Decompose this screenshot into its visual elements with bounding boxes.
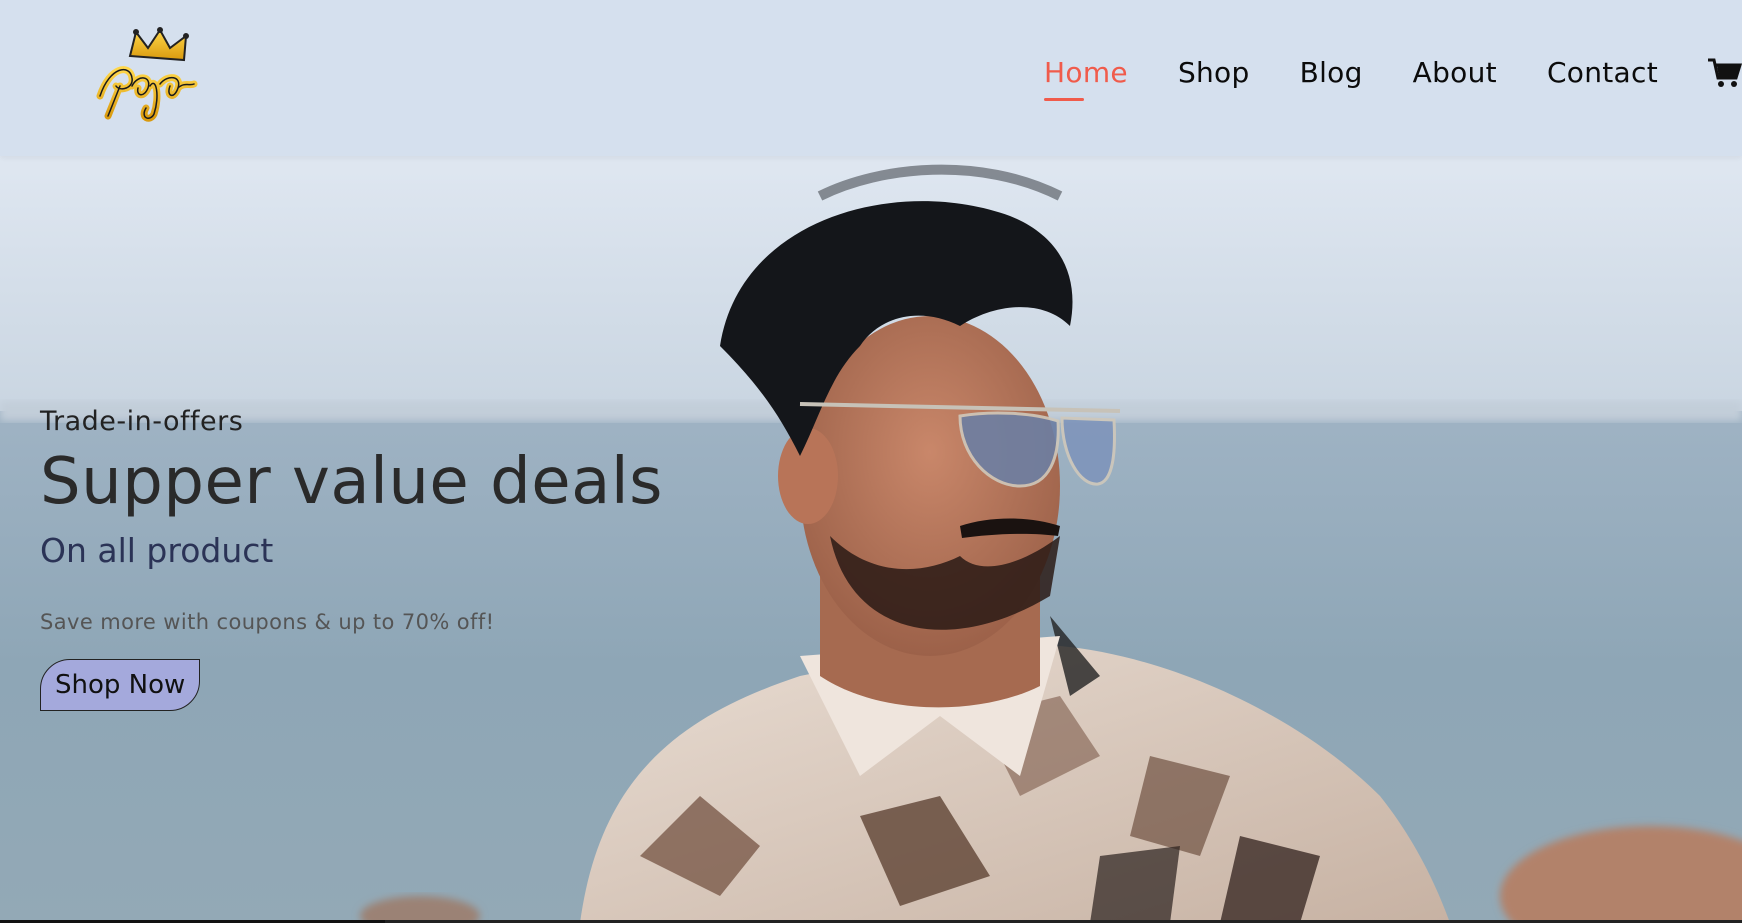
hero-description: Save more with coupons & up to 70% off!	[40, 610, 495, 634]
nav-shop[interactable]: Shop	[1178, 56, 1250, 89]
hero-section: Trade-in-offers Supper value deals On al…	[0, 156, 1742, 923]
site-header: Home Shop Blog About Contact	[0, 0, 1742, 156]
shop-now-button[interactable]: Shop Now	[40, 659, 201, 711]
hero-kicker: Trade-in-offers	[40, 406, 244, 437]
shopping-cart-icon[interactable]	[1708, 58, 1742, 88]
logo[interactable]	[90, 26, 208, 126]
nav-home[interactable]: Home	[1044, 56, 1128, 101]
hero-content: Trade-in-offers Supper value deals On al…	[40, 406, 663, 711]
hero-subhead: On all product	[40, 531, 274, 570]
hero-headline: Supper value deals	[40, 445, 663, 519]
nav-about[interactable]: About	[1413, 56, 1497, 89]
main-nav: Home Shop Blog About Contact	[994, 56, 1742, 101]
nav-blog[interactable]: Blog	[1300, 56, 1363, 89]
nav-contact[interactable]: Contact	[1547, 56, 1658, 89]
